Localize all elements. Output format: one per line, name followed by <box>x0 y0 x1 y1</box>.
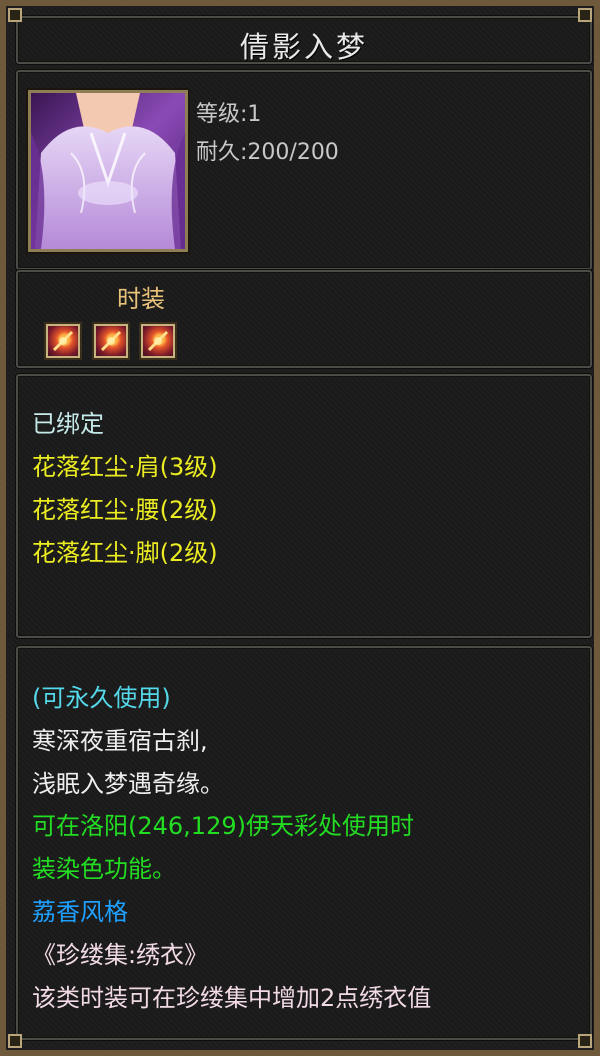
title-panel: 倩影入梦 <box>16 16 592 64</box>
flavor-text-line-1: 寒深夜重宿古刹, <box>32 727 208 755</box>
bound-status: 已绑定 <box>32 410 104 438</box>
dye-info-line-2: 装染色功能。 <box>32 855 176 883</box>
flavor-text-line-2: 浅眠入梦遇奇缘。 <box>32 770 224 798</box>
item-name: 倩影入梦 <box>239 30 368 64</box>
set-attribute-feet: 花落红尘·脚(2级) <box>32 539 218 567</box>
collection-note: 该类时装可在珍缕集中增加2点绣衣值 <box>32 984 432 1012</box>
usage-duration: (可永久使用) <box>32 684 171 712</box>
dye-info-line-1: 可在洛阳(246,129)伊天彩处使用时 <box>32 812 414 840</box>
item-category: 时装 <box>117 285 165 313</box>
item-portrait-icon <box>28 90 188 252</box>
frame-corner <box>8 1034 22 1048</box>
gem-icon[interactable] <box>141 324 175 358</box>
set-attribute-shoulder: 花落红尘·肩(3级) <box>32 453 218 481</box>
gem-icon[interactable] <box>46 324 80 358</box>
costume-image <box>31 93 185 249</box>
gem-icon[interactable] <box>94 324 128 358</box>
style-name: 荔香风格 <box>32 898 128 926</box>
collection-name: 《珍缕集:绣衣》 <box>32 941 209 969</box>
item-durability: 耐久:200/200 <box>196 140 339 165</box>
set-attribute-waist: 花落红尘·腰(2级) <box>32 496 218 524</box>
frame-corner <box>578 8 592 22</box>
frame-corner <box>578 1034 592 1048</box>
item-tooltip: 倩影入梦 等级:1 耐久:200/200 时装 已绑定 花落红尘·肩(3级) 花… <box>0 0 600 1056</box>
item-level: 等级:1 <box>196 102 262 127</box>
frame-corner <box>8 8 22 22</box>
